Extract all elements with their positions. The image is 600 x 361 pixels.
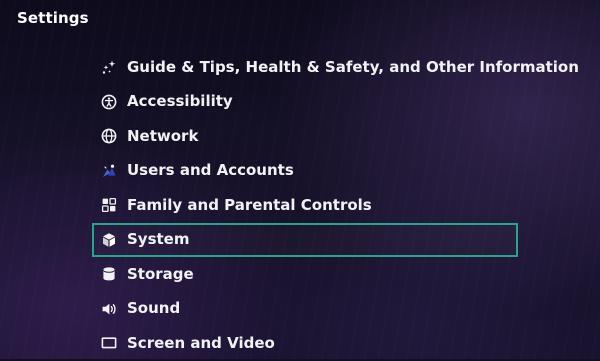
menu-item-label: System: [127, 230, 190, 249]
menu-item-label: Guide & Tips, Health & Safety, and Other…: [127, 57, 579, 76]
menu-item-screen-video[interactable]: Screen and Video: [92, 326, 518, 361]
settings-menu: Guide & Tips, Health & Safety, and Other…: [92, 50, 579, 361]
sparkle-icon: [100, 58, 118, 76]
menu-item-label: Sound: [127, 299, 181, 318]
menu-item-storage[interactable]: Storage: [92, 257, 518, 292]
accessibility-icon: [100, 93, 118, 111]
menu-item-label: Family and Parental Controls: [127, 195, 372, 214]
menu-item-label: Network: [127, 126, 199, 145]
menu-item-sound[interactable]: Sound: [92, 292, 518, 327]
menu-item-system[interactable]: System: [92, 222, 518, 257]
user-icon: [100, 162, 118, 180]
database-icon: [100, 265, 118, 283]
menu-item-family-parental-controls[interactable]: Family and Parental Controls: [92, 188, 518, 223]
globe-icon: [100, 127, 118, 145]
family-icon: [100, 196, 118, 214]
menu-item-guide-tips[interactable]: Guide & Tips, Health & Safety, and Other…: [92, 50, 579, 85]
screen-icon: [100, 334, 118, 352]
page-title: Settings: [17, 9, 89, 27]
speaker-icon: [100, 300, 118, 318]
menu-item-label: Users and Accounts: [127, 161, 294, 180]
menu-item-label: Screen and Video: [127, 333, 275, 352]
menu-item-network[interactable]: Network: [92, 119, 518, 154]
menu-item-label: Accessibility: [127, 92, 233, 111]
menu-item-accessibility[interactable]: Accessibility: [92, 85, 518, 120]
menu-item-label: Storage: [127, 264, 194, 283]
cube-icon: [100, 231, 118, 249]
menu-item-users-accounts[interactable]: Users and Accounts: [92, 154, 518, 189]
